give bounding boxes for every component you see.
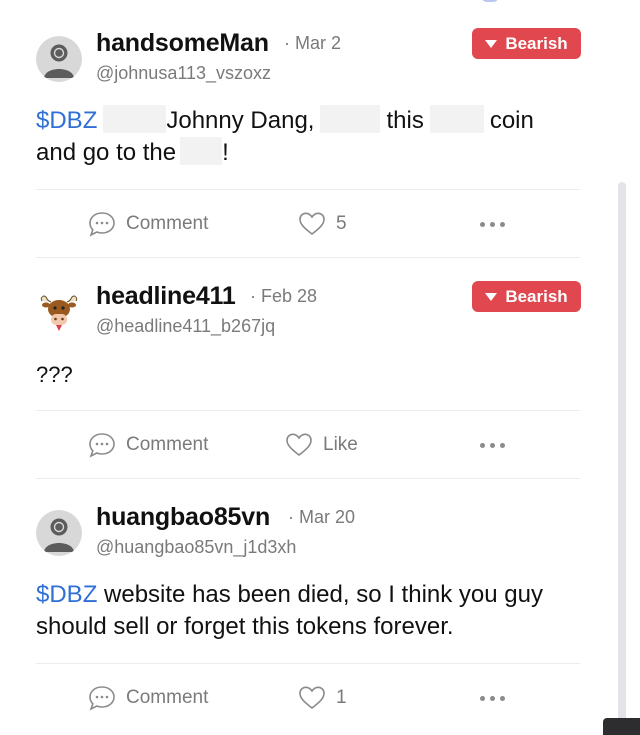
cashtag-link[interactable]: $DBZ [36, 581, 97, 608]
username[interactable]: huangbao85vn [96, 503, 270, 532]
post-date[interactable]: · Mar 2 [284, 33, 341, 54]
post-text: and go to the [36, 139, 177, 166]
default-user-avatar[interactable] [36, 36, 82, 82]
like-count: 1 [336, 687, 347, 708]
more-options-icon[interactable] [480, 443, 505, 448]
caret-down-icon [485, 292, 498, 301]
post-text: this [386, 107, 424, 134]
post-separator [36, 257, 580, 258]
bearish-badge: Bearish [472, 28, 581, 59]
comment-button[interactable]: Comment [88, 211, 208, 237]
comment-label: Comment [126, 687, 209, 708]
bull-avatar[interactable] [36, 289, 82, 335]
post-body: $DBZ website has been died, so I think y… [36, 579, 596, 643]
scrollbar[interactable] [618, 182, 626, 735]
redacted-block [103, 105, 167, 133]
post-body: ??? [36, 362, 73, 387]
sentiment-label: Bearish [505, 286, 568, 306]
post-body: $DBZ Johnny Dang, this coin and go to the! [36, 105, 576, 169]
divider [36, 663, 580, 664]
redacted-block [429, 105, 484, 133]
sentiment-label: Bearish [505, 33, 568, 53]
heart-icon [286, 433, 312, 457]
comment-icon [89, 433, 115, 458]
post-text: coin [489, 107, 534, 134]
username[interactable]: headline411 [96, 282, 236, 311]
post-text: Johnny Dang, [166, 107, 315, 134]
message-feed: handsomeMan · Mar 2 @johnusa113_vszoxz B… [0, 0, 612, 735]
cashtag-link[interactable]: $DBZ [36, 107, 97, 134]
partial-icon [481, 0, 499, 2]
comment-label: Comment [126, 434, 209, 455]
redacted-block [180, 137, 223, 165]
redacted-block [320, 105, 381, 133]
post-text: website has been died, so I think you gu… [104, 581, 543, 608]
like-count: 5 [336, 213, 347, 234]
user-handle[interactable]: @huangbao85vn_j1d3xh [96, 537, 296, 558]
caret-down-icon [485, 39, 498, 48]
post-separator [36, 478, 580, 479]
user-handle[interactable]: @headline411_b267jq [96, 316, 275, 337]
more-options-icon[interactable] [480, 222, 505, 227]
floating-widget-edge[interactable] [603, 718, 640, 735]
username[interactable]: handsomeMan [96, 29, 269, 58]
divider [36, 189, 580, 190]
like-button[interactable]: Like [285, 432, 358, 458]
default-user-avatar[interactable] [36, 510, 82, 556]
divider [36, 410, 580, 411]
heart-icon [299, 686, 325, 710]
like-label: Like [323, 434, 358, 455]
post-date[interactable]: · Feb 28 [250, 286, 317, 307]
user-handle[interactable]: @johnusa113_vszoxz [96, 63, 271, 84]
like-button[interactable]: 5 [298, 211, 347, 237]
comment-button[interactable]: Comment [88, 685, 208, 711]
comment-icon [89, 212, 115, 237]
post-text: ! [222, 139, 229, 166]
post-text: should sell or forget this tokens foreve… [36, 613, 454, 640]
more-options-icon[interactable] [480, 696, 505, 701]
heart-icon [299, 212, 325, 236]
like-button[interactable]: 1 [298, 685, 347, 711]
comment-label: Comment [126, 213, 209, 234]
comment-button[interactable]: Comment [88, 432, 208, 458]
comment-icon [89, 686, 115, 711]
bearish-badge: Bearish [472, 281, 581, 312]
post-date[interactable]: · Mar 20 [288, 507, 355, 528]
